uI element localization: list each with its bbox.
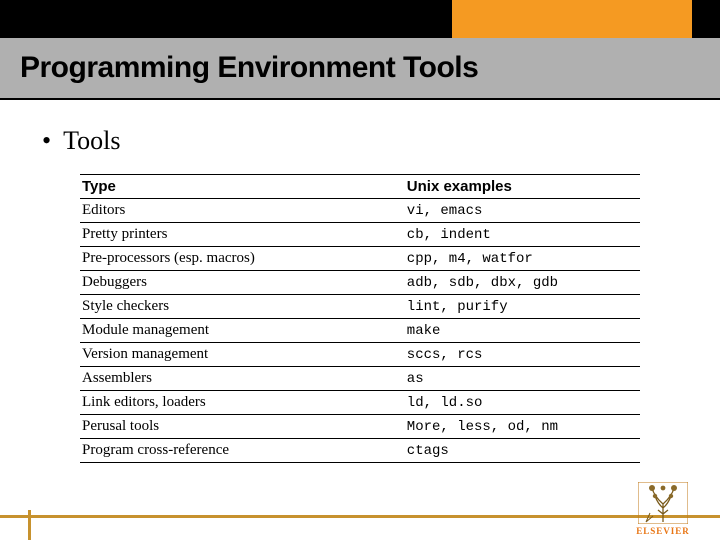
cell-type: Perusal tools bbox=[80, 415, 405, 439]
cell-type: Pretty printers bbox=[80, 223, 405, 247]
cell-example: lint, purify bbox=[405, 295, 640, 319]
tools-table: Type Unix examples Editorsvi, emacs Pret… bbox=[80, 174, 640, 463]
cell-type: Assemblers bbox=[80, 367, 405, 391]
cell-type: Editors bbox=[80, 199, 405, 223]
cell-example: More, less, od, nm bbox=[405, 415, 640, 439]
table-row: Style checkerslint, purify bbox=[80, 295, 640, 319]
tree-icon bbox=[638, 482, 688, 524]
header-type: Type bbox=[80, 175, 405, 199]
table-row: Perusal toolsMore, less, od, nm bbox=[80, 415, 640, 439]
table-row: Link editors, loadersld, ld.so bbox=[80, 391, 640, 415]
publisher-logo: ELSEVIER bbox=[628, 482, 698, 536]
title-bar: Programming Environment Tools bbox=[0, 38, 720, 100]
table-row: Module managementmake bbox=[80, 319, 640, 343]
footer-vertical-accent bbox=[28, 510, 31, 540]
footer-rule bbox=[0, 515, 720, 518]
table-row: Program cross-referencectags bbox=[80, 439, 640, 463]
cell-example: vi, emacs bbox=[405, 199, 640, 223]
cell-example: ld, ld.so bbox=[405, 391, 640, 415]
table-row: Debuggersadb, sdb, dbx, gdb bbox=[80, 271, 640, 295]
cell-type: Pre-processors (esp. macros) bbox=[80, 247, 405, 271]
tools-table-container: Type Unix examples Editorsvi, emacs Pret… bbox=[80, 174, 640, 463]
table-row: Pre-processors (esp. macros)cpp, m4, wat… bbox=[80, 247, 640, 271]
table-row: Assemblersas bbox=[80, 367, 640, 391]
header-examples: Unix examples bbox=[405, 175, 640, 199]
cell-type: Debuggers bbox=[80, 271, 405, 295]
cell-example: make bbox=[405, 319, 640, 343]
cell-example: cpp, m4, watfor bbox=[405, 247, 640, 271]
table-row: Pretty printerscb, indent bbox=[80, 223, 640, 247]
cell-type: Link editors, loaders bbox=[80, 391, 405, 415]
table-row: Editorsvi, emacs bbox=[80, 199, 640, 223]
cell-example: adb, sdb, dbx, gdb bbox=[405, 271, 640, 295]
slide-title: Programming Environment Tools bbox=[20, 51, 478, 85]
bullet-row: • Tools bbox=[0, 100, 720, 174]
cell-example: as bbox=[405, 367, 640, 391]
table-row: Version managementsccs, rcs bbox=[80, 343, 640, 367]
cell-example: cb, indent bbox=[405, 223, 640, 247]
cell-type: Style checkers bbox=[80, 295, 405, 319]
header-orange-accent bbox=[452, 0, 692, 38]
cell-type: Program cross-reference bbox=[80, 439, 405, 463]
cell-type: Module management bbox=[80, 319, 405, 343]
bullet-marker: • bbox=[42, 126, 51, 155]
bullet-text: Tools bbox=[63, 126, 120, 155]
table-header-row: Type Unix examples bbox=[80, 175, 640, 199]
cell-example: sccs, rcs bbox=[405, 343, 640, 367]
cell-example: ctags bbox=[405, 439, 640, 463]
cell-type: Version management bbox=[80, 343, 405, 367]
logo-text: ELSEVIER bbox=[636, 526, 690, 536]
